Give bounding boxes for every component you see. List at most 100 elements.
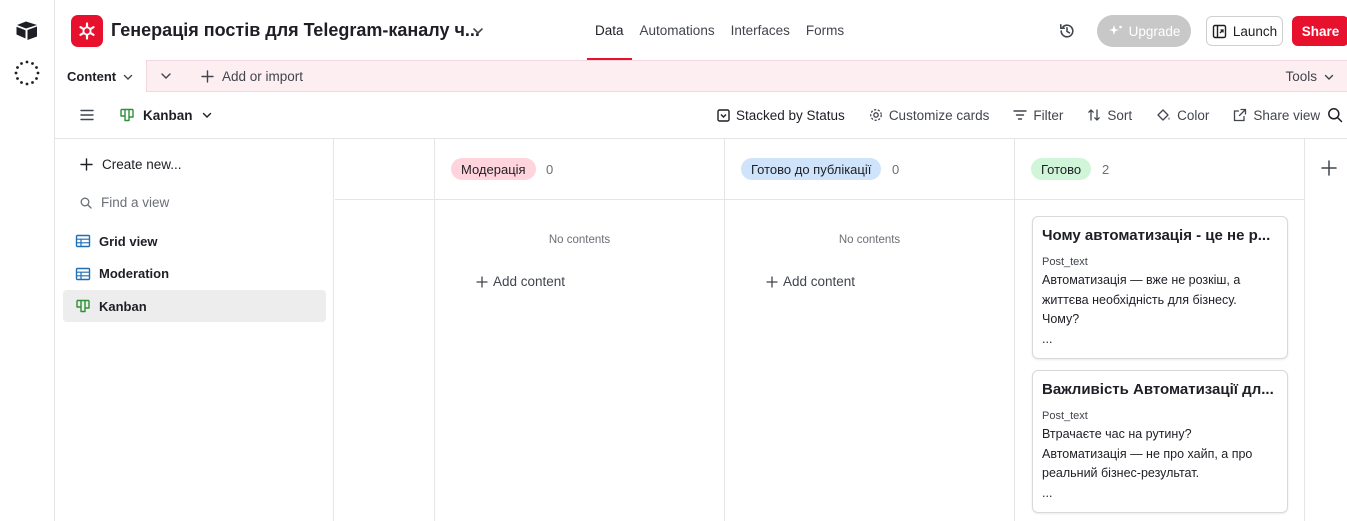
kanban-icon bbox=[76, 299, 90, 313]
view-item-grid-view[interactable]: Grid view bbox=[63, 225, 326, 257]
card-field-value: Втрачаєте час на рутину? Автоматизація —… bbox=[1042, 425, 1278, 503]
stacked-by-button[interactable]: Stacked by Status bbox=[717, 108, 857, 123]
gear-icon bbox=[869, 109, 882, 121]
plus-icon bbox=[201, 70, 214, 83]
plus-icon bbox=[476, 275, 488, 288]
column-count: 0 bbox=[892, 162, 900, 177]
card-text-line: Чому? bbox=[1042, 312, 1080, 326]
card-field-value: Автоматизація — вже не розкіш, а життєва… bbox=[1042, 271, 1278, 349]
tools-button[interactable]: Tools bbox=[1285, 61, 1335, 92]
share-button[interactable]: Share bbox=[1292, 16, 1347, 46]
find-view-input[interactable]: Find a view bbox=[80, 195, 169, 210]
create-new-view-button[interactable]: Create new... bbox=[80, 157, 182, 172]
kanban-card[interactable]: Важливість Автоматизації дл... Post_text… bbox=[1032, 370, 1288, 513]
hamburger-menu-icon[interactable] bbox=[80, 108, 94, 122]
table-bar: Content Add or import Tools bbox=[55, 60, 1347, 93]
nav-automations[interactable]: Automations bbox=[632, 0, 723, 60]
chevron-down-icon bbox=[202, 112, 211, 118]
kanban-column-moderation: Модерація 0 No contents Add content bbox=[435, 139, 725, 521]
kanban-column-done: Готово 2 Чому автоматизація - це не р...… bbox=[1015, 139, 1305, 521]
add-content-label: Add content bbox=[783, 274, 856, 289]
sort-button[interactable]: Sort bbox=[1075, 108, 1144, 123]
customize-cards-button[interactable]: Customize cards bbox=[857, 108, 1002, 123]
main-nav: Data Automations Interfaces Forms bbox=[587, 0, 852, 60]
share-view-button[interactable]: Share view bbox=[1221, 108, 1332, 123]
table-tab-content[interactable]: Content bbox=[55, 60, 147, 93]
column-count: 0 bbox=[546, 162, 554, 177]
status-pill[interactable]: Готово до публікації bbox=[741, 158, 882, 180]
create-new-label: Create new... bbox=[102, 157, 182, 172]
tools-label: Tools bbox=[1285, 69, 1317, 84]
card-field-label: Post_text bbox=[1042, 256, 1088, 268]
kanban-board: Модерація 0 No contents Add content Гото… bbox=[335, 139, 1347, 521]
color-button[interactable]: Color bbox=[1144, 108, 1221, 123]
paint-bucket-icon bbox=[1157, 109, 1170, 121]
card-text-line: життєва необхідність для бізнесу. bbox=[1042, 292, 1237, 307]
chevron-down-icon bbox=[1324, 74, 1334, 80]
app-rail bbox=[0, 0, 55, 521]
filter-label: Filter bbox=[1033, 107, 1064, 123]
view-item-moderation[interactable]: Moderation bbox=[63, 258, 326, 290]
card-title: Важливість Автоматизації дл... bbox=[1042, 381, 1274, 398]
add-or-import-button[interactable]: Add or import bbox=[201, 61, 303, 92]
share-view-label: Share view bbox=[1253, 107, 1321, 123]
grid-icon bbox=[75, 267, 91, 280]
kanban-icon bbox=[120, 108, 134, 122]
kanban-column-ready: Готово до публікації 0 No contents Add c… bbox=[725, 139, 1015, 521]
sort-icon bbox=[1088, 109, 1101, 121]
column-header: Модерація 0 bbox=[435, 139, 724, 200]
view-item-label: Kanban bbox=[99, 298, 147, 314]
card-text-line: реальний бізнес-результат. bbox=[1042, 466, 1200, 480]
view-item-kanban[interactable]: Kanban bbox=[63, 290, 326, 322]
stack-icon bbox=[717, 108, 730, 122]
search-icon[interactable] bbox=[1327, 107, 1343, 123]
top-header: Генерація постів для Telegram-каналу ч..… bbox=[55, 0, 1347, 60]
column-header: Готово 2 bbox=[1015, 139, 1304, 200]
plus-icon bbox=[80, 158, 93, 171]
nav-forms[interactable]: Forms bbox=[798, 0, 852, 60]
chevron-down-icon[interactable] bbox=[471, 24, 485, 38]
card-text-line: Автоматизація — вже не розкіш, а bbox=[1042, 273, 1241, 287]
sort-label: Sort bbox=[1107, 107, 1133, 123]
chevron-down-icon[interactable] bbox=[159, 69, 173, 83]
view-toolbar: Kanban Stacked by Status Customize cards… bbox=[55, 92, 1347, 139]
view-tools: Stacked by Status Customize cards Filter… bbox=[717, 92, 1332, 138]
status-pill[interactable]: Модерація bbox=[451, 158, 536, 180]
add-stack-plus-icon[interactable] bbox=[1320, 159, 1338, 177]
filter-button[interactable]: Filter bbox=[1001, 108, 1075, 123]
base-title[interactable]: Генерація постів для Telegram-каналу ч..… bbox=[111, 20, 480, 41]
upgrade-label: Upgrade bbox=[1128, 23, 1181, 39]
add-content-button[interactable]: Add content bbox=[476, 274, 565, 289]
find-view-placeholder: Find a view bbox=[101, 195, 170, 210]
add-content-label: Add content bbox=[493, 274, 566, 289]
nav-data[interactable]: Data bbox=[587, 0, 632, 60]
plus-icon bbox=[766, 275, 778, 288]
nav-interfaces[interactable]: Interfaces bbox=[723, 0, 798, 60]
view-list: Grid view Moderation Kanban bbox=[63, 225, 326, 323]
card-text-line: Автоматизація — не про хайп, а про bbox=[1042, 446, 1253, 461]
history-icon[interactable] bbox=[1058, 22, 1076, 40]
stacked-by-label: Stacked by Status bbox=[736, 107, 845, 123]
column-count: 2 bbox=[1102, 162, 1110, 177]
view-name: Kanban bbox=[143, 107, 193, 123]
card-text-line: ... bbox=[1042, 485, 1053, 500]
add-content-button[interactable]: Add content bbox=[766, 274, 855, 289]
customize-cards-label: Customize cards bbox=[888, 107, 990, 123]
column-header bbox=[335, 139, 434, 200]
status-pill[interactable]: Готово bbox=[1031, 158, 1092, 180]
add-or-import-label: Add or import bbox=[222, 69, 304, 84]
color-label: Color bbox=[1177, 107, 1210, 123]
base-icon[interactable] bbox=[71, 15, 103, 47]
launch-label: Launch bbox=[1232, 23, 1278, 39]
view-switcher[interactable]: Kanban bbox=[119, 92, 213, 138]
kanban-card[interactable]: Чому автоматизація - це не р... Post_tex… bbox=[1032, 216, 1288, 359]
view-item-label: Grid view bbox=[99, 233, 158, 249]
launch-icon bbox=[1212, 24, 1227, 38]
card-field-label: Post_text bbox=[1042, 410, 1088, 422]
launch-button[interactable]: Launch bbox=[1206, 16, 1283, 46]
grid-icon bbox=[75, 234, 91, 248]
airtable-logo-icon[interactable] bbox=[15, 20, 39, 42]
upgrade-button[interactable]: Upgrade bbox=[1097, 15, 1191, 47]
loading-spinner-icon bbox=[14, 60, 40, 86]
search-icon bbox=[80, 197, 92, 209]
